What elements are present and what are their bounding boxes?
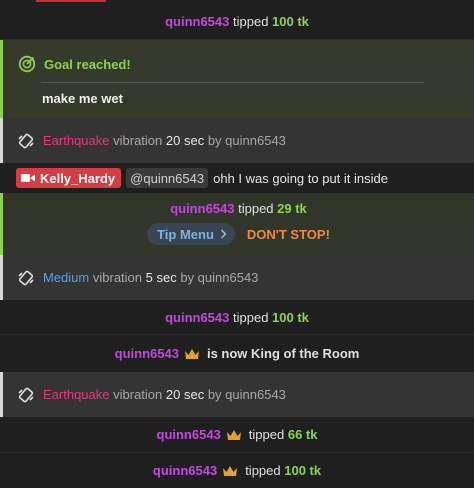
camera-icon (21, 174, 35, 182)
crown-icon (223, 465, 238, 476)
mention[interactable]: @quinn6543 (126, 168, 209, 188)
goal-title: Goal reached! (44, 56, 131, 72)
vibration-duration: 20 sec (165, 387, 205, 402)
vibration-level: Earthquake (43, 387, 110, 402)
goal-notice: Goal reached! make me wet (0, 40, 474, 118)
vibration-notice: Earthquake vibration 20 sec by quinn6543 (0, 372, 474, 417)
vibration-text: vibration (113, 387, 163, 402)
tip-action: tipped (245, 463, 281, 478)
crown-icon (226, 429, 241, 440)
chat-username: Kelly_Hardy (40, 170, 116, 186)
tip-amount: 66 tk (287, 427, 318, 442)
vibration-notice: Earthquake vibration 20 sec by quinn6543 (0, 118, 474, 163)
tip-amount: 100 tk (272, 14, 309, 29)
username[interactable]: quinn6543 (115, 346, 179, 361)
vibration-by: by quinn6543 (207, 133, 286, 148)
king-text: is now King of the Room (206, 346, 360, 361)
chat-message: Kelly_Hardy @quinn6543 ohh I was going t… (0, 163, 474, 193)
username[interactable]: quinn6543 (165, 14, 229, 29)
vibration-by: by quinn6543 (207, 387, 286, 402)
vibration-text: vibration (92, 270, 143, 285)
tip-menu-button[interactable]: Tip Menu (147, 223, 235, 245)
chat-text: ohh I was going to put it inside (213, 170, 388, 186)
chevron-right-icon (220, 229, 227, 239)
vibration-icon (18, 387, 34, 402)
username[interactable]: quinn6543 (157, 427, 221, 442)
vibration-icon (18, 133, 34, 148)
crown-icon (184, 348, 199, 359)
tip-amount: 100 tk (272, 309, 309, 325)
vibration-level: Medium (43, 270, 90, 285)
tip-menu-message: quinn6543 tipped 29 tk Tip Menu DON'T ST… (0, 193, 474, 255)
vibration-level: Earthquake (43, 133, 110, 148)
target-icon (18, 55, 36, 73)
tip-action: tipped (238, 201, 274, 216)
tip-action: tipped (233, 14, 269, 29)
goal-message: make me wet (42, 91, 123, 106)
vibration-icon (18, 270, 34, 285)
tip-message: quinn6543 tipped 66 tk (0, 417, 474, 453)
vibration-duration: 20 sec (165, 133, 205, 148)
tip-amount: 29 tk (277, 201, 307, 216)
tip-amount: 100 tk (284, 463, 322, 478)
vibration-duration: 5 sec (145, 270, 177, 285)
tip-menu-label: Tip Menu (157, 226, 214, 242)
username[interactable]: quinn6543 (165, 310, 229, 325)
vibration-notice: Medium vibration 5 sec by quinn6543 (0, 255, 474, 300)
tip-action: tipped (233, 309, 269, 325)
vibration-by: by quinn6543 (180, 270, 259, 285)
tip-action: tipped (248, 427, 285, 442)
chat-panel: quinn6543 tipped 100 tk Goal reached! ma… (0, 0, 474, 488)
username[interactable]: quinn6543 (153, 463, 217, 478)
username[interactable]: quinn6543 (170, 201, 234, 216)
tip-message: quinn6543 tipped 100 tk (0, 300, 474, 335)
tip-message: quinn6543 tipped 100 tk (0, 4, 474, 40)
tip-message: quinn6543 tipped 100 tk (0, 453, 474, 488)
divider (41, 82, 424, 83)
king-notice: quinn6543 is now King of the Room (0, 335, 474, 372)
vibration-text: vibration (113, 133, 163, 148)
tip-menu-item: DON'T STOP! (246, 226, 330, 242)
broadcaster-badge[interactable]: Kelly_Hardy (16, 168, 122, 188)
